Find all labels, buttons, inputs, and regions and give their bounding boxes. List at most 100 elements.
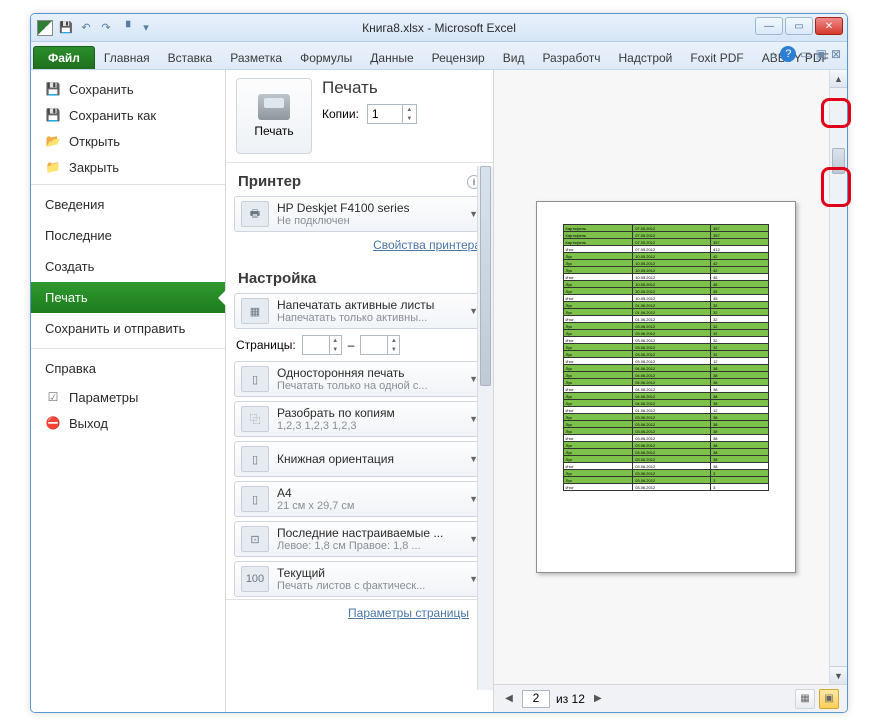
settings-scrollbar[interactable] xyxy=(477,166,493,690)
annotation-callout-2 xyxy=(821,167,851,207)
print-preview: Картофель07.05.2012357Картофель07.05.201… xyxy=(494,70,847,712)
annotation-callout-1 xyxy=(821,98,851,128)
maximize-button[interactable]: ▭ xyxy=(785,17,813,35)
close-icon: 📁 xyxy=(45,159,61,175)
save-as-icon: 💾 xyxy=(45,107,61,123)
tab-foxit[interactable]: Foxit PDF xyxy=(681,46,752,69)
qat-undo-icon[interactable]: ↶ xyxy=(77,19,95,37)
titlebar: 💾 ↶ ↷ ▝ ▾ Книга8.xlsx - Microsoft Excel … xyxy=(31,14,847,42)
window-title: Книга8.xlsx - Microsoft Excel xyxy=(362,21,516,35)
tab-home[interactable]: Главная xyxy=(95,46,159,69)
current-page-input[interactable]: 2 xyxy=(522,690,550,708)
collate-icon: ⿻ xyxy=(241,406,269,432)
excel-window: 💾 ↶ ↷ ▝ ▾ Книга8.xlsx - Microsoft Excel … xyxy=(30,13,848,713)
preview-scrollbar[interactable]: ▲ ▼ xyxy=(829,70,847,684)
margins-icon: ⊡ xyxy=(241,526,269,552)
quick-access-toolbar: 💾 ↶ ↷ ▝ ▾ xyxy=(57,19,155,37)
paper-icon: ▯ xyxy=(241,486,269,512)
duplex-selector[interactable]: ▯ Односторонняя печатьПечатать только на… xyxy=(234,361,485,397)
exit-icon: ⛔ xyxy=(45,415,61,431)
minimize-button[interactable]: — xyxy=(755,17,783,35)
tab-formulas[interactable]: Формулы xyxy=(291,46,361,69)
nav-close[interactable]: 📁Закрыть xyxy=(31,154,225,180)
open-icon: 📂 xyxy=(45,133,61,149)
print-settings: Печать Печать Копии: 1 ▲▼ Принтерi 🖶 xyxy=(226,70,494,712)
tab-data[interactable]: Данные xyxy=(361,46,422,69)
pages-label: Страницы: xyxy=(236,338,296,352)
nav-exit[interactable]: ⛔Выход xyxy=(31,410,225,436)
tab-view[interactable]: Вид xyxy=(494,46,534,69)
printer-device-icon: 🖶 xyxy=(241,201,269,227)
ribbon-tabs: Файл Главная Вставка Разметка Формулы Да… xyxy=(31,42,847,70)
close-button[interactable]: ✕ xyxy=(815,17,843,35)
tab-layout[interactable]: Разметка xyxy=(221,46,291,69)
scroll-down-icon[interactable]: ▼ xyxy=(830,666,847,684)
print-button[interactable]: Печать xyxy=(236,78,312,154)
qat-new-icon[interactable]: ▾ xyxy=(137,19,155,37)
nav-save[interactable]: 💾Сохранить xyxy=(31,76,225,102)
nav-separator xyxy=(31,348,225,349)
qat-save-icon[interactable]: 💾 xyxy=(57,19,75,37)
tab-file[interactable]: Файл xyxy=(33,46,95,69)
ribbon-minimize-icon[interactable]: ▵ xyxy=(770,47,776,61)
orientation-selector[interactable]: ▯ Книжная ориентация ▼ xyxy=(234,441,485,477)
scroll-up-icon[interactable]: ▲ xyxy=(830,70,847,88)
print-what-selector[interactable]: ▦ Напечатать активные листыНапечатать то… xyxy=(234,293,485,329)
pages-to-input[interactable]: ▲▼ xyxy=(360,335,400,355)
nav-new[interactable]: Создать xyxy=(31,251,225,282)
tab-developer[interactable]: Разработч xyxy=(533,46,609,69)
margins-selector[interactable]: ⊡ Последние настраиваемые ...Левое: 1,8 … xyxy=(234,521,485,557)
preview-table: Картофель07.05.2012357Картофель07.05.201… xyxy=(563,224,769,491)
copies-label: Копии: xyxy=(322,107,359,121)
printer-icon xyxy=(258,94,290,120)
paper-size-selector[interactable]: ▯ A421 см x 29,7 см ▼ xyxy=(234,481,485,517)
nav-info[interactable]: Сведения xyxy=(31,189,225,220)
spin-up-icon[interactable]: ▲ xyxy=(402,105,416,114)
tab-review[interactable]: Рецензир xyxy=(423,46,494,69)
scroll-thumb[interactable] xyxy=(480,166,491,386)
tab-addins[interactable]: Надстрой xyxy=(609,46,681,69)
nav-recent[interactable]: Последние xyxy=(31,220,225,251)
qat-redo-icon[interactable]: ↷ xyxy=(97,19,115,37)
show-margins-button[interactable]: ▦ xyxy=(795,689,815,709)
save-icon: 💾 xyxy=(45,81,61,97)
nav-send[interactable]: Сохранить и отправить xyxy=(31,313,225,344)
scale-icon: 100 xyxy=(241,566,269,592)
pages-from-input[interactable]: ▲▼ xyxy=(302,335,342,355)
portrait-icon: ▯ xyxy=(241,446,269,472)
qat-open-icon[interactable]: ▝ xyxy=(117,19,135,37)
window-buttons: — ▭ ✕ xyxy=(755,17,843,35)
page-setup-link[interactable]: Параметры страницы xyxy=(348,606,469,620)
next-page-button[interactable]: ▶ xyxy=(591,692,605,706)
prev-page-button[interactable]: ◀ xyxy=(502,692,516,706)
backstage-nav: 💾Сохранить 💾Сохранить как 📂Открыть 📁Закр… xyxy=(31,70,226,712)
nav-options[interactable]: ☑Параметры xyxy=(31,384,225,410)
backstage: 💾Сохранить 💾Сохранить как 📂Открыть 📁Закр… xyxy=(31,70,847,712)
help-icon[interactable]: ? xyxy=(780,46,796,62)
spin-down-icon[interactable]: ▼ xyxy=(402,114,416,123)
nav-separator xyxy=(31,184,225,185)
settings-group-label: Настройка xyxy=(238,270,316,287)
copies-input[interactable]: 1 ▲▼ xyxy=(367,104,417,124)
nav-print[interactable]: Печать xyxy=(31,282,225,313)
nav-save-as[interactable]: 💾Сохранить как xyxy=(31,102,225,128)
printer-properties-link[interactable]: Свойства принтера xyxy=(373,238,481,252)
zoom-to-page-button[interactable]: ▣ xyxy=(819,689,839,709)
page-count-label: из 12 xyxy=(556,692,585,706)
collate-selector[interactable]: ⿻ Разобрать по копиям1,2,3 1,2,3 1,2,3 ▼ xyxy=(234,401,485,437)
preview-page: Картофель07.05.2012357Картофель07.05.201… xyxy=(536,201,796,573)
excel-icon xyxy=(37,20,53,36)
nav-help[interactable]: Справка xyxy=(31,353,225,384)
nav-open[interactable]: 📂Открыть xyxy=(31,128,225,154)
preview-footer: ◀ 2 из 12 ▶ ▦ ▣ xyxy=(494,684,847,712)
doc-close-icon[interactable]: ⊠ xyxy=(831,47,841,61)
scaling-selector[interactable]: 100 ТекущийПечать листов с фактическ... … xyxy=(234,561,485,597)
sheets-icon: ▦ xyxy=(241,298,269,324)
doc-minimize-icon[interactable]: ▭ xyxy=(800,47,811,61)
doc-restore-icon[interactable]: ▣ xyxy=(816,47,827,61)
printer-selector[interactable]: 🖶 HP Deskjet F4100 seriesНе подключен ▼ xyxy=(234,196,485,232)
printer-group-label: Принтер xyxy=(238,173,301,190)
tab-insert[interactable]: Вставка xyxy=(159,46,222,69)
print-heading: Печать xyxy=(322,78,417,98)
options-icon: ☑ xyxy=(45,389,61,405)
